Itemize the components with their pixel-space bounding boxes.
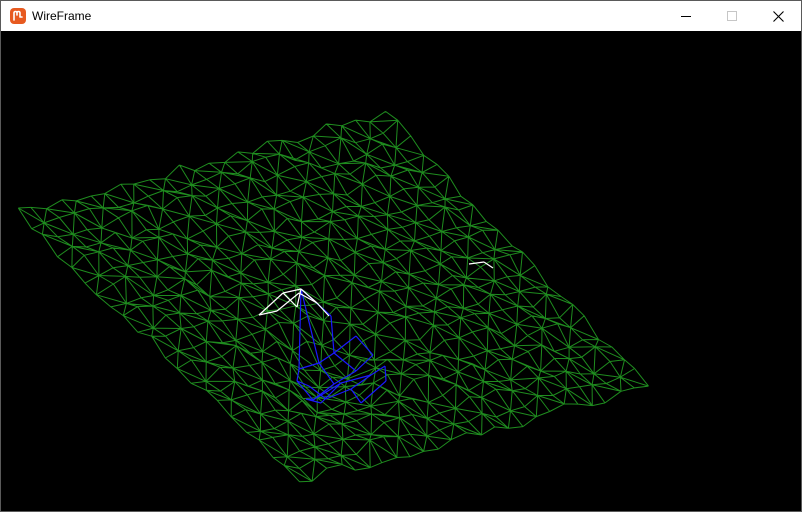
maximize-icon xyxy=(727,11,737,21)
close-button[interactable] xyxy=(755,1,801,31)
minimize-button[interactable] xyxy=(663,1,709,31)
wireframe-terrain xyxy=(17,110,649,483)
close-icon xyxy=(772,10,784,22)
maximize-button[interactable] xyxy=(709,1,755,31)
highlight-edge xyxy=(483,261,494,269)
render-viewport[interactable] xyxy=(1,31,801,511)
selection-edge xyxy=(384,365,387,382)
app-window: WireFrame xyxy=(0,0,802,512)
selection-edge xyxy=(318,362,335,385)
minimize-icon xyxy=(681,11,691,21)
terrain-lines xyxy=(17,110,649,483)
highlight-edge xyxy=(258,292,284,316)
highlight-edge xyxy=(282,288,302,294)
window-title: WireFrame xyxy=(32,9,92,23)
title-bar[interactable]: WireFrame xyxy=(1,1,801,31)
monogame-logo-icon xyxy=(10,8,26,24)
terrain-mesh xyxy=(17,110,649,483)
selection-edge xyxy=(300,288,320,364)
